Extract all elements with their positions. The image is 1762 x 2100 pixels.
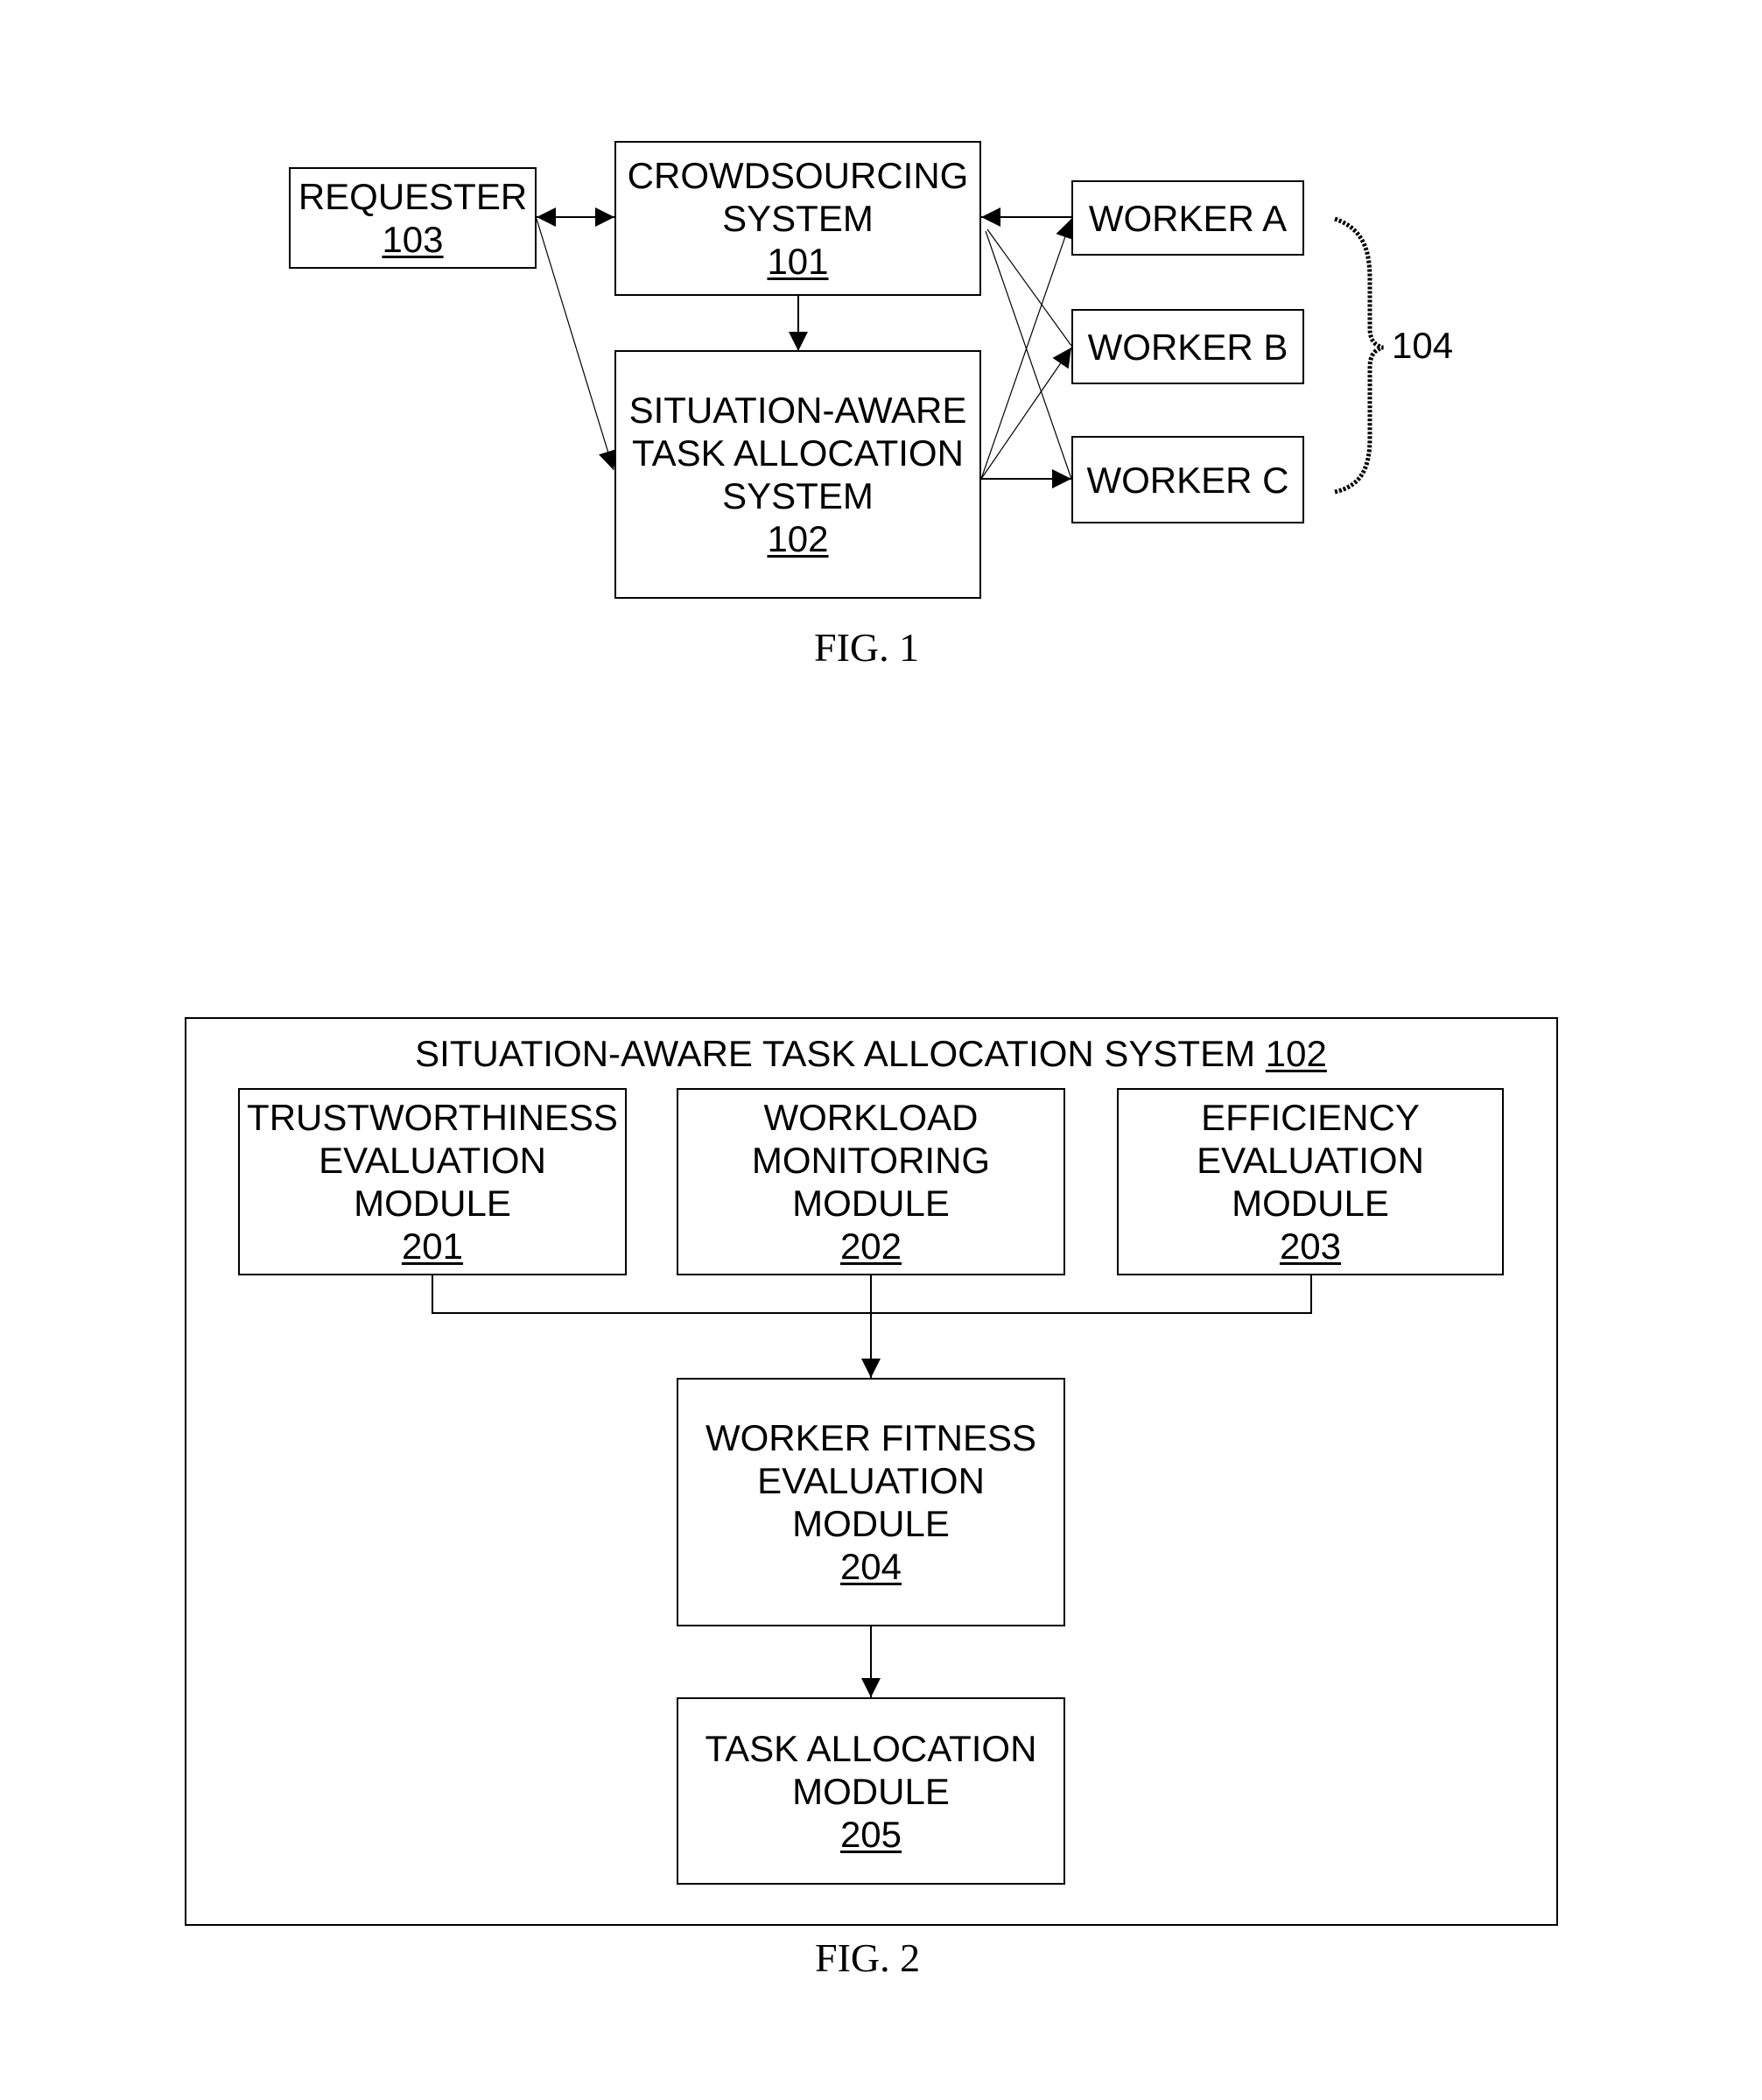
fig2-caption: FIG. 2 [815, 1935, 921, 1980]
line-crowdsourcing-worker-c [985, 230, 1072, 480]
worker-b-label: WORKER B [1087, 326, 1288, 368]
workers-brace [1334, 216, 1384, 495]
sata-label-line1: SITUATION-AWARE [628, 390, 967, 431]
allocation-line2: MODULE [792, 1770, 950, 1812]
efficiency-line3: MODULE [1232, 1183, 1389, 1224]
allocation-ref: 205 [839, 1813, 902, 1855]
arrow-sata-worker-a [980, 218, 1075, 480]
fig1-caption: FIG. 1 [814, 625, 920, 670]
efficiency-line1: EFFICIENCY [1201, 1097, 1420, 1138]
workload-line1: WORKLOAD [763, 1097, 979, 1138]
trustworthiness-module-box: TRUSTWORTHINESS EVALUATION MODULE 201 [238, 1088, 627, 1275]
arrow-sata-worker-b [980, 347, 1072, 480]
container-title-ref: 102 [1265, 1033, 1327, 1074]
sata-system-box: SITUATION-AWARE TASK ALLOCATION SYSTEM 1… [614, 350, 981, 599]
trust-line3: MODULE [354, 1183, 511, 1224]
crowdsourcing-system-box: CROWDSOURCING SYSTEM 101 [614, 141, 981, 296]
sata-container-title: SITUATION-AWARE TASK ALLOCATION SYSTEM 1… [185, 1033, 1557, 1075]
sata-label-line2: TASK ALLOCATION [632, 432, 964, 474]
worker-c-box: WORKER C [1071, 436, 1304, 523]
trust-line1: TRUSTWORTHINESS [247, 1097, 618, 1138]
allocation-line1: TASK ALLOCATION [705, 1727, 1037, 1769]
line-crowdsourcing-worker-b [986, 228, 1072, 347]
workload-module-box: WORKLOAD MONITORING MODULE 202 [677, 1088, 1065, 1275]
crowdsourcing-ref: 101 [767, 241, 829, 282]
efficiency-line2: EVALUATION [1197, 1140, 1424, 1181]
workers-group-ref: 104 [1392, 325, 1454, 366]
worker-b-box: WORKER B [1071, 309, 1304, 384]
workload-line2: MONITORING [751, 1140, 991, 1181]
worker-fitness-module-box: WORKER FITNESS EVALUATION MODULE 204 [677, 1378, 1065, 1626]
fitness-line3: MODULE [792, 1503, 950, 1544]
fitness-line1: WORKER FITNESS [705, 1417, 1037, 1458]
workload-ref: 202 [839, 1226, 902, 1267]
efficiency-module-box: EFFICIENCY EVALUATION MODULE 203 [1117, 1088, 1504, 1275]
task-allocation-module-box: TASK ALLOCATION MODULE 205 [677, 1697, 1065, 1885]
crowdsourcing-label-line2: SYSTEM [722, 198, 874, 239]
requester-ref: 103 [382, 219, 444, 260]
worker-c-label: WORKER C [1086, 459, 1289, 501]
trust-line2: EVALUATION [319, 1140, 546, 1181]
arrow-requester-sata [536, 218, 618, 471]
trust-ref: 201 [401, 1226, 464, 1267]
requester-label: REQUESTER [298, 176, 528, 217]
sata-ref: 102 [767, 518, 829, 559]
workload-line3: MODULE [792, 1183, 950, 1224]
worker-a-box: WORKER A [1071, 180, 1304, 256]
fitness-ref: 204 [839, 1546, 902, 1587]
container-title-text: SITUATION-AWARE TASK ALLOCATION SYSTEM [415, 1033, 1256, 1074]
worker-a-label: WORKER A [1088, 197, 1288, 239]
efficiency-ref: 203 [1279, 1226, 1342, 1267]
fitness-line2: EVALUATION [757, 1460, 985, 1501]
requester-box: REQUESTER 103 [289, 167, 537, 269]
crowdsourcing-label-line1: CROWDSOURCING [627, 155, 969, 196]
sata-label-line3: SYSTEM [722, 475, 874, 516]
